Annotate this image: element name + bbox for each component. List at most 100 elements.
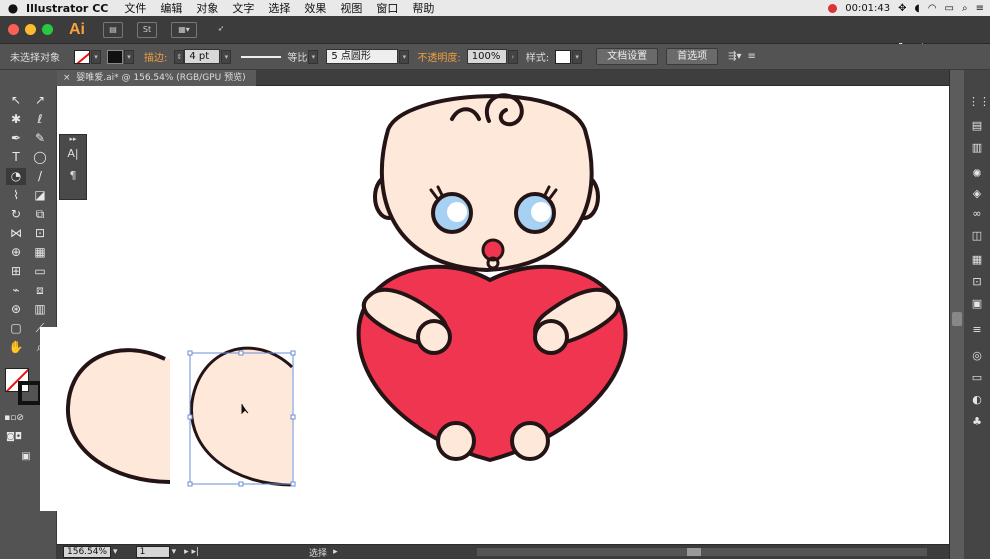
panel-grip-icon[interactable]: ⋮⋮ (968, 94, 990, 110)
minimize-window-icon[interactable] (25, 24, 36, 35)
right-foot[interactable] (510, 421, 550, 461)
arrange-icon[interactable]: ⇶▾ (728, 51, 741, 62)
color-mode-icons[interactable]: ▪▫⊘ (4, 410, 24, 427)
chevron-right-icon[interactable]: › (507, 49, 518, 64)
magic-wand-icon[interactable]: ✱ (6, 111, 26, 128)
direct-selection-tool-icon[interactable]: ↗ (30, 92, 50, 109)
lasso-tool-icon[interactable]: ℓ (30, 111, 50, 128)
chevron-down-icon[interactable]: ▾ (308, 49, 319, 64)
gpu-icon[interactable]: ➶ (211, 22, 231, 38)
chevron-down-icon[interactable]: ▾ (172, 547, 177, 557)
apple-icon[interactable]: ● (0, 1, 26, 15)
transform-icon[interactable]: ⊡ (968, 274, 986, 290)
stroke-color-swatch[interactable] (18, 381, 42, 405)
opacity-label[interactable]: 不透明度: (417, 49, 460, 64)
stroke-label[interactable]: 描边: (144, 49, 167, 64)
vertical-scrollbar[interactable] (950, 70, 964, 559)
swatches-icon[interactable]: ▦ (968, 252, 986, 268)
ellipse-tool-icon[interactable]: ◯ (30, 149, 50, 166)
graphic-styles-icon[interactable]: ◈ (968, 186, 986, 202)
appearance-icon[interactable]: ✺ (968, 166, 986, 182)
h-scrollbar-thumb[interactable] (687, 548, 701, 556)
bridge-icon[interactable]: ▤ (103, 21, 123, 38)
style-control[interactable]: ▾ (555, 49, 583, 64)
curvature-tool-icon[interactable]: ✎ (30, 130, 50, 147)
stepper-icon[interactable]: ⇕ (174, 49, 185, 64)
stroke-profile[interactable]: 等比 ▾ (241, 49, 319, 64)
scrollbar-thumb[interactable] (952, 312, 962, 326)
half-heart-demo[interactable] (40, 327, 308, 511)
scale-tool-icon[interactable]: ⧉ (30, 206, 50, 223)
shape-builder-icon[interactable]: ⊕ (6, 244, 26, 261)
eyedropper-icon[interactable]: ⌁ (6, 282, 26, 299)
mesh-tool-icon[interactable]: ⊞ (6, 263, 26, 280)
paintbrush-tool-icon[interactable]: ⌇ (6, 187, 26, 204)
stroke-control[interactable]: ▾ (107, 49, 134, 64)
list-icon[interactable]: ≡ (976, 3, 984, 14)
stroke-swatch[interactable] (107, 49, 123, 64)
gradient-tool-icon[interactable]: ▭ (30, 263, 50, 280)
horizontal-scrollbar[interactable] (477, 548, 927, 556)
symbol-sprayer-icon[interactable]: ⊛ (6, 301, 26, 318)
width-tool-icon[interactable]: ⋈ (6, 225, 26, 242)
paragraph-panel-icon[interactable]: ¶ (60, 165, 86, 187)
page-nav-icons[interactable]: ▸ ▸| (184, 547, 199, 557)
stroke-panel-icon[interactable]: ◎ (968, 348, 986, 364)
shaper-tool-icon[interactable]: ◔ (6, 168, 26, 185)
blend-tool-icon[interactable]: ⧈ (30, 282, 50, 299)
menu-window[interactable]: 窗口 (376, 0, 398, 16)
zoom-field[interactable]: 156.54% (63, 546, 112, 558)
arrange-docs-icon[interactable]: ▦▾ (171, 21, 197, 38)
menu-view[interactable]: 视图 (340, 0, 362, 16)
search-icon[interactable]: ⌕ (962, 3, 968, 14)
menu-file[interactable]: 文件 (124, 0, 146, 16)
chevron-down-icon[interactable]: ▾ (113, 547, 118, 557)
color-panel-icon[interactable]: ▥ (968, 140, 986, 156)
menu-type[interactable]: 文字 (232, 0, 254, 16)
panel-menu-icon[interactable]: ≡ (748, 51, 756, 62)
draw-mode-icons[interactable]: ◙◘ (4, 429, 24, 446)
menu-help[interactable]: 帮助 (412, 0, 434, 16)
hand-tool-icon[interactable]: ✋ (6, 339, 26, 356)
close-tab-icon[interactable]: × (63, 73, 76, 83)
artboards-icon[interactable]: ▣ (968, 296, 986, 312)
free-transform-icon[interactable]: ⊡ (30, 225, 50, 242)
column-graph-icon[interactable]: ▥ (30, 301, 50, 318)
links-icon[interactable]: ∞ (968, 206, 986, 222)
menu-effect[interactable]: 效果 (304, 0, 326, 16)
symbols-icon[interactable]: ♣ (968, 414, 986, 430)
brush-definition[interactable]: 5 点圆形 ▾ (326, 49, 410, 64)
right-hand[interactable] (533, 319, 569, 355)
menu-select[interactable]: 选择 (268, 0, 290, 16)
gradient-panel-icon[interactable]: ▭ (968, 370, 986, 386)
transparency-icon[interactable]: ◐ (968, 392, 986, 408)
fill-swatch[interactable] (74, 49, 90, 64)
rotate-tool-icon[interactable]: ↻ (6, 206, 26, 223)
chevron-down-icon[interactable]: ▾ (399, 49, 410, 64)
pen-tool-icon[interactable]: ✒ (6, 130, 26, 147)
fill-control[interactable]: ▾ (74, 49, 101, 64)
menu-object[interactable]: 对象 (196, 0, 218, 16)
app-menu[interactable]: Illustrator CC (26, 2, 108, 15)
opacity-field[interactable]: 100% › (466, 49, 518, 64)
artboard-tool-icon[interactable]: ▢ (6, 320, 26, 337)
document-setup-button[interactable]: 文档设置 (596, 48, 659, 65)
chevron-down-icon[interactable]: ▾ (124, 49, 134, 64)
align-icon[interactable]: ≡ (968, 322, 986, 338)
libraries-icon[interactable]: ▤ (968, 118, 986, 134)
preferences-button[interactable]: 首选项 (666, 48, 719, 65)
character-panel-icon[interactable]: A| (60, 143, 86, 165)
selection-tool-icon[interactable]: ↖ (6, 92, 26, 109)
left-foot[interactable] (436, 421, 476, 461)
screen-mode-icon[interactable]: ▣ (16, 448, 36, 465)
stock-icon[interactable]: St (137, 21, 157, 38)
chevron-down-icon[interactable]: ▾ (572, 49, 583, 64)
chevron-down-icon[interactable]: ▾ (221, 49, 232, 64)
chevron-down-icon[interactable]: ▾ (91, 49, 101, 64)
document-tab[interactable]: × 婴唯爱.ai* @ 156.54% (RGB/GPU 预览) (57, 70, 256, 86)
page-field[interactable]: 1 (135, 546, 170, 558)
pencil-tool-icon[interactable]: / (30, 168, 50, 185)
style-swatch[interactable] (555, 49, 572, 64)
layers-icon[interactable]: ◫ (968, 228, 986, 244)
stroke-weight-field[interactable]: ⇕ 4 pt ▾ (173, 49, 232, 64)
